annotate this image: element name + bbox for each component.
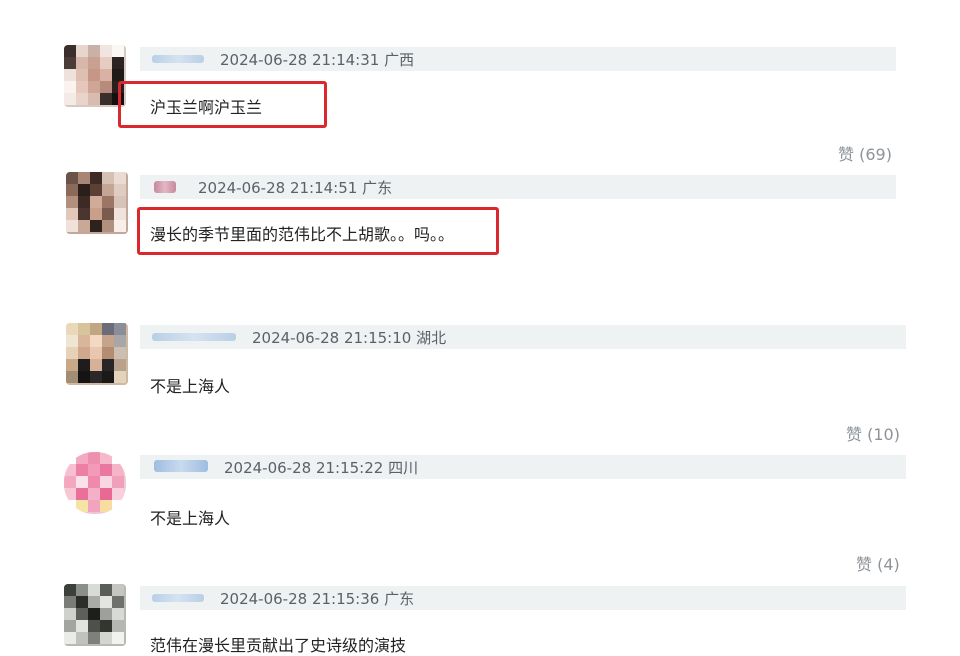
comment-meta-bar: 2024-06-28 21:14:51 广东 <box>140 175 896 199</box>
comment-meta: 2024-06-28 21:14:51 广东 <box>198 177 392 198</box>
username-blurred[interactable] <box>152 55 204 63</box>
comment-meta: 2024-06-28 21:15:36 广东 <box>220 588 414 609</box>
comment-text: 不是上海人 <box>150 377 231 396</box>
comment-meta: 2024-06-28 21:14:31 广西 <box>220 49 414 70</box>
comment-meta: 2024-06-28 21:15:22 四川 <box>224 457 418 478</box>
comment-text: 漫长的季节里面的范伟比不上胡歌。。吗。。 <box>150 225 455 244</box>
comment-meta-bar: 2024-06-28 21:14:31 广西 <box>140 47 896 71</box>
username-blurred[interactable] <box>152 333 236 341</box>
comment-meta-bar: 2024-06-28 21:15:10 湖北 <box>140 325 906 349</box>
comment-meta-bar: 2024-06-28 21:15:36 广东 <box>140 586 906 610</box>
comment-text: 范伟在漫长里贡献出了史诗级的演技 <box>150 636 407 655</box>
like-button[interactable]: 赞 (10) <box>846 421 900 445</box>
comment-timestamp: 2024-06-28 21:15:36 <box>220 590 380 608</box>
comment-timestamp: 2024-06-28 21:14:51 <box>198 179 358 197</box>
comment-location: 四川 <box>388 459 419 477</box>
like-button[interactable]: 赞 (4) <box>856 551 900 575</box>
comment-location: 湖北 <box>416 329 447 347</box>
username-blurred[interactable] <box>154 181 176 193</box>
comment-location: 广东 <box>362 179 393 197</box>
comment-text: 沪玉兰啊沪玉兰 <box>150 98 263 117</box>
username-blurred[interactable] <box>152 594 204 602</box>
comment-timestamp: 2024-06-28 21:14:31 <box>220 51 380 69</box>
avatar[interactable] <box>66 172 128 234</box>
avatar[interactable] <box>64 45 126 107</box>
comment-meta-bar: 2024-06-28 21:15:22 四川 <box>140 455 906 479</box>
comment-location: 广东 <box>384 590 415 608</box>
comment-meta: 2024-06-28 21:15:10 湖北 <box>252 327 446 348</box>
avatar[interactable] <box>64 584 126 646</box>
comment-timestamp: 2024-06-28 21:15:22 <box>224 459 384 477</box>
username-blurred[interactable] <box>154 460 208 472</box>
comment-location: 广西 <box>384 51 415 69</box>
comment-timestamp: 2024-06-28 21:15:10 <box>252 329 412 347</box>
like-button[interactable]: 赞 (69) <box>838 141 892 165</box>
avatar[interactable] <box>64 452 126 514</box>
avatar[interactable] <box>66 323 128 385</box>
comment-text: 不是上海人 <box>150 509 231 528</box>
